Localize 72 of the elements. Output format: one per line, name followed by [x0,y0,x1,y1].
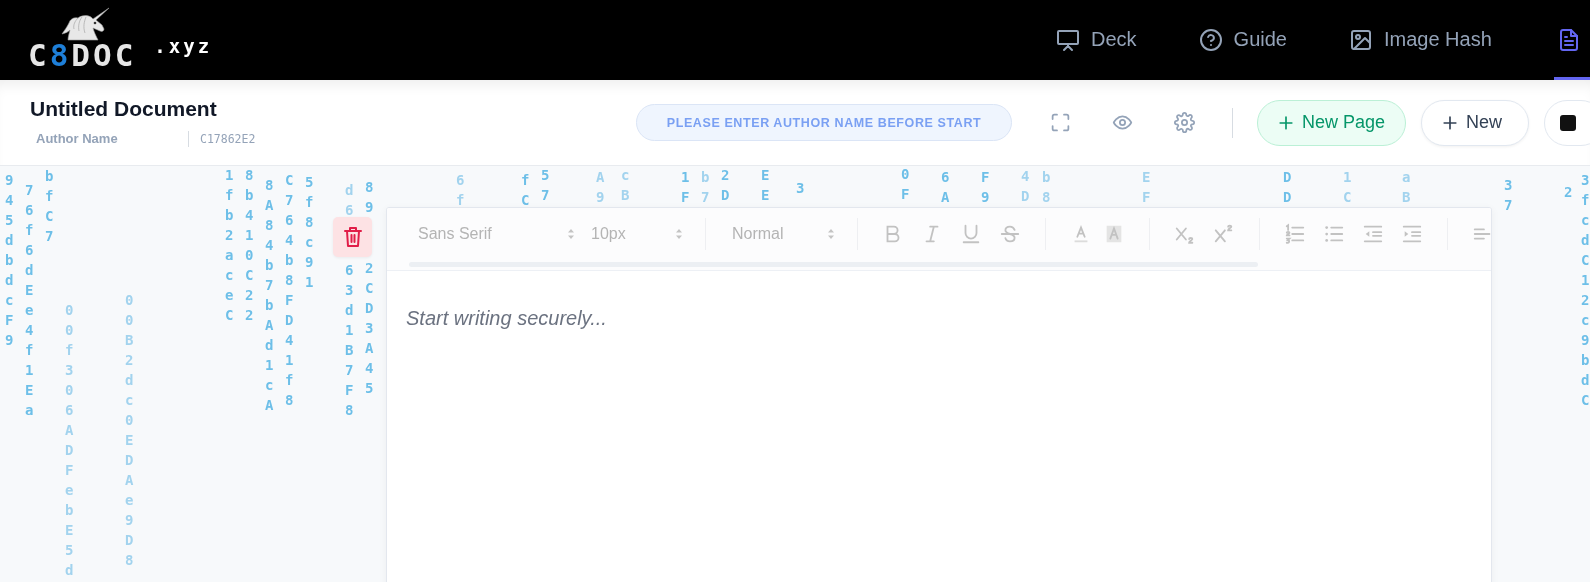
code-rain-column: bfC7 [45,166,54,246]
code-rain-column: 5f8c91 [305,172,314,292]
square-icon [1559,113,1577,132]
code-rain-column: 1C [1343,167,1352,207]
code-rain-column: b7 [701,167,710,207]
nav-item[interactable]: Deck [1056,0,1137,80]
code-rain-column: 1F [681,167,690,207]
document-title: Untitled Document [30,97,217,121]
nav-item[interactable]: Guide [1198,0,1287,80]
toolbar-select[interactable]: 10px [591,225,684,243]
code-rain-column: F9 [981,167,990,207]
new-page-button[interactable]: New Page [1257,99,1406,146]
delete-button[interactable] [333,217,372,257]
code-rain-column: 6f [456,170,465,210]
document-id: C17862E2 [200,131,256,146]
code-rain-column: EF [1142,167,1151,207]
code-rain-column: 0F [901,166,910,204]
updown-arrows-icon [826,227,836,241]
code-rain-column: 945dbdcF9 [5,170,14,350]
code-rain-column: b8 [1042,167,1051,207]
numbered-list-icon [1284,223,1306,245]
presentation-board-icon [1056,27,1080,52]
code-rain-column: 00B2dc0EDAe9D8 [125,290,134,570]
code-rain-column: 3fcdC12c9bdC [1581,170,1590,410]
code-rain-column: 2CD3A45 [365,258,374,398]
toolbar-select[interactable]: Sans Serif [418,225,576,243]
code-rain-column: 57 [541,166,550,205]
code-rain-column: 89 [365,177,374,217]
code-rain-column: 00f306ADFebE5d [65,300,74,580]
updown-arrows-icon [566,227,576,241]
toolbar-select[interactable]: Normal [732,225,836,243]
nav-item[interactable]: Image Hash [1348,0,1492,80]
code-rain-column: 8b410C22 [245,166,254,325]
code-rain-column: C764b8FD41f8 [285,170,294,410]
code-rain-column: cB [621,166,630,205]
code-rain-column: 1fb2aceC [225,166,234,325]
image-icon [1348,27,1373,52]
trash-icon [342,226,363,248]
action-button[interactable] [1544,99,1590,146]
underline-icon [960,223,982,245]
code-rain-column: 63d1B7F8 [345,260,354,420]
settings-icon [1173,112,1195,133]
outdent-icon [1362,223,1384,245]
code-rain-column: 6A [941,167,950,207]
code-rain-column: 8A84b7bAd1cA [265,175,274,415]
unicorn-icon [60,7,110,41]
code-rain-column: 76f6dEe4f1Ea [25,180,34,420]
indent-icon [1401,223,1423,245]
editor-field[interactable]: Start writing securely... [387,271,1491,582]
logo-wordmark: C8DOC [28,41,137,69]
strikethrough-icon [999,223,1021,245]
superscript-icon [1213,223,1235,245]
code-rain-column: DD [1283,167,1292,207]
logo-suffix: .xyz [154,35,213,57]
code-rain-column: fC [521,170,530,210]
code-rain-column: 2D [721,166,730,205]
code-rain-column: 37 [1504,175,1513,215]
bullet-list-icon [1323,223,1345,245]
author-notice: PLEASE ENTER AUTHOR NAME BEFORE START [636,104,1012,141]
code-rain-column: 3 [796,178,805,198]
code-rain-column: 4D [1021,166,1030,206]
code-rain-column: 2 [1564,182,1573,202]
fullscreen-icon [1049,112,1071,133]
help-icon [1198,27,1223,52]
code-rain-column: EE [761,166,770,205]
updown-arrows-icon [674,227,684,241]
new-button[interactable]: New [1421,99,1529,146]
code-rain-column: A9 [596,167,605,207]
code-rain-column: d6 [345,180,354,220]
code-rain-column: aB [1402,167,1411,207]
author-name-field[interactable]: Author Name [30,129,188,148]
editor-card[interactable]: Sans Serif 10px Normal Start writing securely... [386,207,1492,582]
